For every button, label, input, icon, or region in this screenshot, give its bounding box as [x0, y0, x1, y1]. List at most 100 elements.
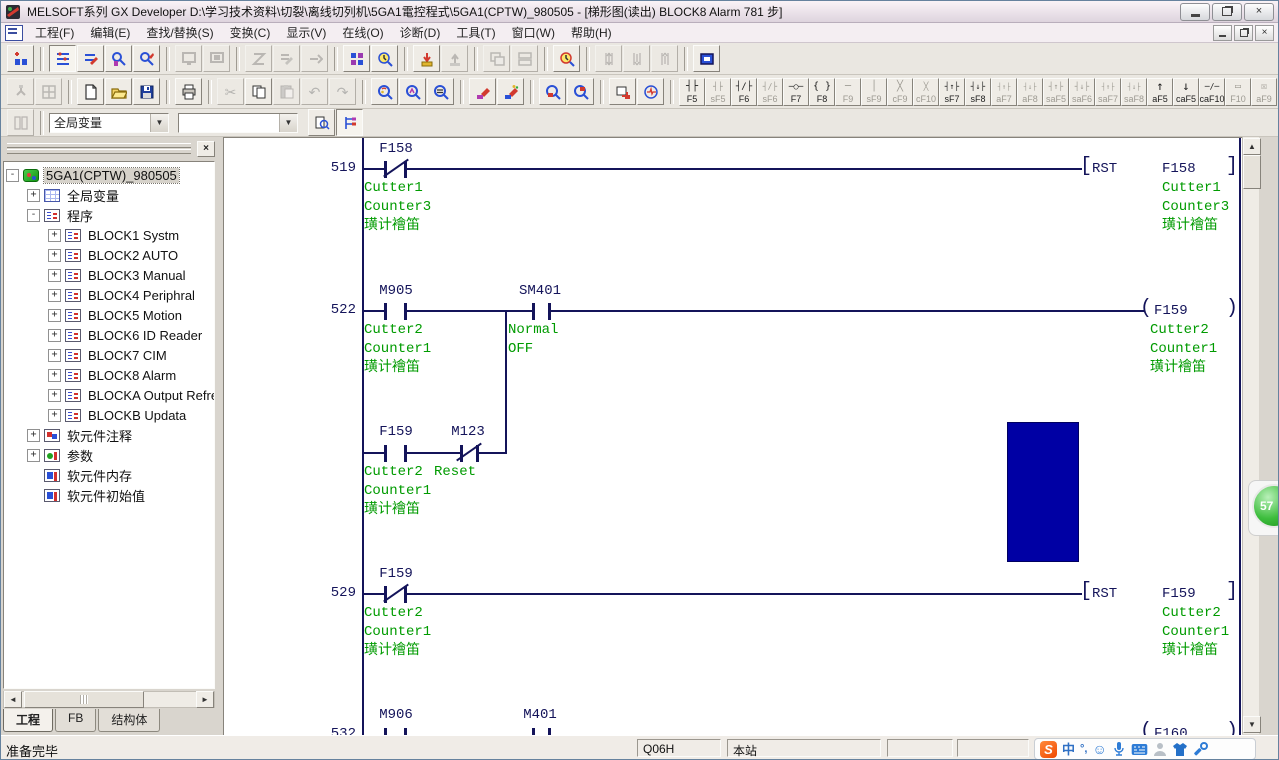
sidebar-close-button[interactable]: ×: [197, 141, 215, 157]
tree-expander[interactable]: +: [27, 429, 40, 442]
ladder-symbol-button[interactable]: cF9: [887, 78, 913, 106]
print-button[interactable]: [175, 78, 202, 105]
save-project-button[interactable]: [133, 78, 160, 105]
tree-item[interactable]: + BLOCK2 AUTO: [46, 245, 214, 265]
edit-ladder-button[interactable]: [77, 45, 104, 72]
open-project-button[interactable]: [105, 78, 132, 105]
monitor-stop-button[interactable]: [203, 45, 230, 72]
menu-item[interactable]: 工程(F): [27, 22, 82, 43]
ladder-symbol-button[interactable]: aF8: [1017, 78, 1043, 106]
ladder-symbol-button[interactable]: caF5: [1173, 78, 1199, 106]
close-button[interactable]: ×: [1244, 3, 1274, 21]
scrollbar-thumb[interactable]: [1243, 155, 1261, 189]
menu-item[interactable]: 查找/替换(S): [138, 22, 221, 43]
child-close-button[interactable]: ×: [1255, 25, 1274, 41]
chevron-down-icon[interactable]: ▼: [279, 114, 297, 132]
tree-expander[interactable]: +: [27, 449, 40, 462]
restore-button[interactable]: [1212, 3, 1242, 21]
ladder-symbol-button[interactable]: aF9: [1251, 78, 1277, 106]
cross-reference-button[interactable]: [539, 78, 566, 105]
scroll-down-arrow[interactable]: ▼: [1243, 716, 1261, 733]
ladder-symbol-button[interactable]: saF6: [1069, 78, 1095, 106]
ladder-symbol-button[interactable]: saF8: [1121, 78, 1147, 106]
ladder-symbol-button[interactable]: cF10: [913, 78, 939, 106]
scroll-right-arrow[interactable]: ►: [196, 691, 214, 708]
child-restore-button[interactable]: [1234, 25, 1253, 41]
tree-expander[interactable]: +: [48, 369, 61, 382]
ladder-symbol-button[interactable]: sF5: [705, 78, 731, 106]
tree-expander[interactable]: +: [48, 409, 61, 422]
cascade-windows-button[interactable]: [483, 45, 510, 72]
tree-expander[interactable]: [27, 489, 40, 502]
tile-windows-button[interactable]: [511, 45, 538, 72]
find-button[interactable]: [371, 78, 398, 105]
project-tree-button[interactable]: [7, 78, 34, 105]
emoji-icon[interactable]: ☺: [1092, 742, 1106, 756]
label-program-button[interactable]: [308, 109, 335, 136]
menu-item[interactable]: 显示(V): [278, 22, 334, 43]
local-variable-button[interactable]: [7, 109, 34, 136]
keyboard-icon[interactable]: [1131, 743, 1148, 756]
ime-mode-toggle[interactable]: 中: [1062, 743, 1075, 756]
ladder-symbol-button[interactable]: saF7: [1095, 78, 1121, 106]
microphone-icon[interactable]: [1112, 741, 1126, 757]
tree-item[interactable]: + BLOCK5 Motion: [46, 305, 214, 325]
find-contact-button[interactable]: [105, 45, 132, 72]
scrollbar-thumb[interactable]: [24, 691, 144, 708]
change-window-button[interactable]: [609, 78, 636, 105]
tree-item[interactable]: + 参数: [25, 445, 214, 465]
write-to-plc-button[interactable]: [413, 45, 440, 72]
tree-item[interactable]: 软元件初始值: [25, 485, 214, 505]
ladder-symbol-button[interactable]: aF7: [991, 78, 1017, 106]
menu-item[interactable]: 在线(O): [334, 22, 391, 43]
variable-scope-combobox[interactable]: 全局变量 ▼: [49, 113, 169, 133]
toolbox-wrench-icon[interactable]: [1193, 742, 1208, 757]
label-ladder-button[interactable]: [336, 109, 363, 136]
ladder-symbol-button[interactable]: saF5: [1043, 78, 1069, 106]
online-edit-button[interactable]: [273, 45, 300, 72]
sidebar-tab[interactable]: FB: [55, 709, 96, 732]
cut-button[interactable]: ✂: [217, 78, 244, 105]
ladder-symbol-button[interactable]: F5: [679, 78, 705, 106]
ladder-monitor-window-button[interactable]: [693, 45, 720, 72]
ladder-symbol-button[interactable]: aF5: [1147, 78, 1173, 106]
undo-button[interactable]: ↶: [301, 78, 328, 105]
tree-expander[interactable]: -: [6, 169, 19, 182]
tree-expander[interactable]: +: [48, 349, 61, 362]
ladder-editor[interactable]: 519 F158 Cutter1 Counter3 璜计襘笛 [ RST F15…: [223, 137, 1242, 735]
scroll-up-arrow[interactable]: ▲: [1243, 138, 1261, 155]
minimize-button[interactable]: [1180, 3, 1210, 21]
scaling-vertical-button[interactable]: [595, 45, 622, 72]
menu-item[interactable]: 工具(T): [448, 22, 503, 43]
tree-expander[interactable]: +: [48, 229, 61, 242]
tree-item[interactable]: + BLOCK4 Periphral: [46, 285, 214, 305]
entry-data-monitor-button[interactable]: [553, 45, 580, 72]
child-window-icon[interactable]: [5, 25, 23, 41]
sidebar-tab[interactable]: 结构体: [98, 709, 160, 732]
menu-item[interactable]: 窗口(W): [504, 22, 563, 43]
menu-item[interactable]: 变换(C): [222, 22, 279, 43]
menu-item[interactable]: 编辑(E): [82, 22, 138, 43]
tree-expander[interactable]: +: [48, 269, 61, 282]
ime-punctuation-toggle[interactable]: °,: [1080, 744, 1087, 755]
monitor-mode-button[interactable]: [175, 45, 202, 72]
replace-device-button[interactable]: [469, 78, 496, 105]
device-use-list-button[interactable]: [567, 78, 594, 105]
new-project-button[interactable]: [77, 78, 104, 105]
label-filter-combobox[interactable]: ▼: [178, 113, 298, 133]
ladder-symbol-button[interactable]: caF10: [1199, 78, 1225, 106]
project-data-list-button[interactable]: [49, 45, 76, 72]
tree-item[interactable]: + BLOCK3 Manual: [46, 265, 214, 285]
menu-item[interactable]: 帮助(H): [563, 22, 620, 43]
tree-expander[interactable]: +: [48, 289, 61, 302]
tree-expander[interactable]: [27, 469, 40, 482]
tree-item[interactable]: + BLOCK7 CIM: [46, 345, 214, 365]
tree-item[interactable]: + 软元件注释: [25, 425, 214, 445]
sogou-logo-icon[interactable]: S: [1040, 741, 1057, 758]
ladder-symbol-button[interactable]: F7: [783, 78, 809, 106]
online-change-button[interactable]: [301, 45, 328, 72]
find-string-button[interactable]: [427, 78, 454, 105]
tree-item[interactable]: - 程序: [25, 205, 214, 225]
ladder-symbol-button[interactable]: F8: [809, 78, 835, 106]
online-device-test-button[interactable]: [245, 45, 272, 72]
